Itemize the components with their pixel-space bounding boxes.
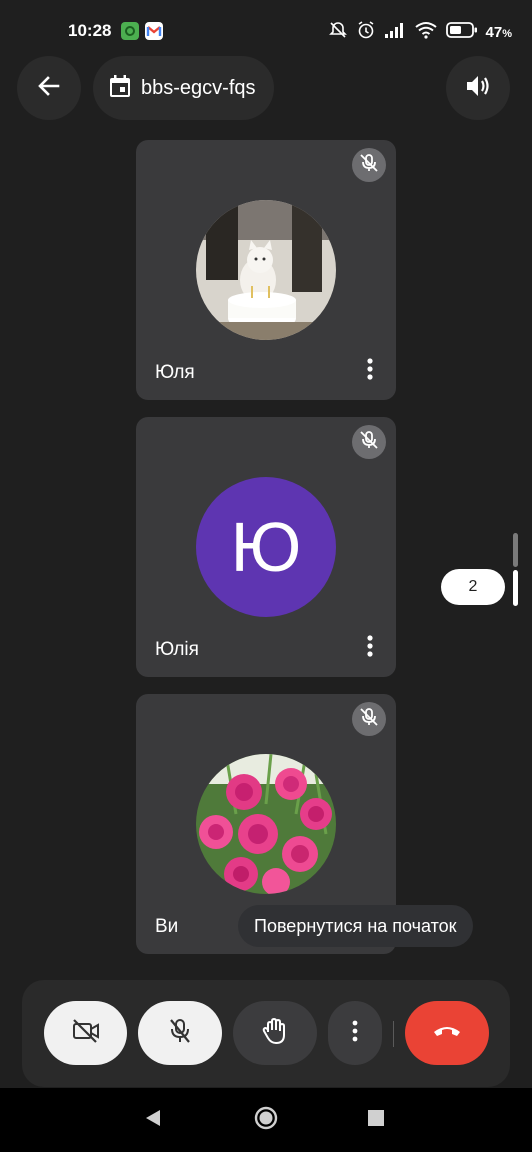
avatar: [196, 200, 336, 340]
end-call-button[interactable]: [405, 1001, 489, 1065]
more-vert-icon: [352, 1020, 358, 1047]
participant-name: Юля: [155, 362, 195, 383]
meeting-code: bbs-egcv-fqs: [141, 76, 256, 99]
more-vert-icon: [367, 634, 373, 663]
status-bar: 10:28 47%: [0, 0, 532, 60]
wifi-icon: [414, 21, 438, 44]
status-time: 10:28: [68, 21, 112, 40]
meeting-info-chip[interactable]: bbs-egcv-fqs: [93, 56, 274, 120]
controls-divider: [393, 1021, 394, 1047]
system-navigation-bar: [0, 1088, 532, 1152]
avatar-photo-cat: [196, 200, 336, 340]
back-to-top-tooltip[interactable]: Повернутися на початок: [238, 905, 473, 947]
square-recents-icon: [367, 1109, 385, 1132]
participant-muted-badge: [352, 702, 386, 736]
scroll-track: [513, 533, 518, 567]
audio-output-button[interactable]: [446, 56, 510, 120]
calendar-icon: [109, 74, 131, 103]
raise-hand-button[interactable]: [233, 1001, 317, 1065]
triangle-back-icon: [144, 1108, 162, 1133]
camera-toggle-button[interactable]: [44, 1001, 127, 1065]
nav-home-button[interactable]: [252, 1106, 280, 1134]
alarm-icon: [356, 20, 376, 45]
raise-hand-icon: [261, 1016, 289, 1051]
do-not-disturb-icon: [328, 20, 348, 45]
avatar-initial: Ю: [196, 477, 336, 617]
more-options-button[interactable]: [328, 1001, 382, 1065]
participant-tile[interactable]: Ю Юлія: [136, 417, 396, 677]
battery-icon: [445, 21, 478, 44]
gmail-icon: [145, 22, 163, 40]
avatar-photo-roses: [196, 754, 336, 894]
participant-more-button[interactable]: [358, 631, 382, 665]
camera-off-icon: [71, 1018, 101, 1049]
notification-app-icon: [121, 22, 139, 40]
battery-percent-value: 47: [485, 24, 503, 41]
scroll-thumb[interactable]: [513, 570, 518, 606]
volume-icon: [464, 73, 492, 104]
mic-off-icon: [358, 152, 380, 179]
mic-off-icon: [358, 706, 380, 733]
participant-name: Юлія: [155, 639, 199, 660]
signal-icon: [384, 21, 406, 44]
page-number-pill: 2: [441, 569, 505, 605]
arrow-back-icon: [36, 73, 62, 104]
status-icons: 47%: [328, 20, 512, 45]
end-call-icon: [432, 1023, 462, 1044]
nav-recents-button[interactable]: [362, 1106, 390, 1134]
meet-call-screen: 10:28 47% bbs-egcv-fqs Юля Ю Юлія Ви 2 П…: [0, 0, 532, 1152]
call-controls-bar: [22, 980, 510, 1087]
participant-muted-badge: [352, 425, 386, 459]
more-vert-icon: [367, 357, 373, 386]
participant-muted-badge: [352, 148, 386, 182]
mic-off-icon: [358, 429, 380, 456]
avatar: [196, 754, 336, 894]
microphone-toggle-button[interactable]: [138, 1001, 222, 1065]
back-button[interactable]: [17, 56, 81, 120]
battery-percent-unit: %: [502, 28, 512, 40]
participant-more-button[interactable]: [358, 354, 382, 388]
mic-off-icon: [167, 1017, 193, 1050]
battery-percent: 47%: [486, 24, 512, 41]
nav-back-button[interactable]: [139, 1106, 167, 1134]
participant-tile[interactable]: Юля: [136, 140, 396, 400]
participant-name: Ви: [155, 916, 179, 937]
circle-home-icon: [253, 1105, 279, 1136]
